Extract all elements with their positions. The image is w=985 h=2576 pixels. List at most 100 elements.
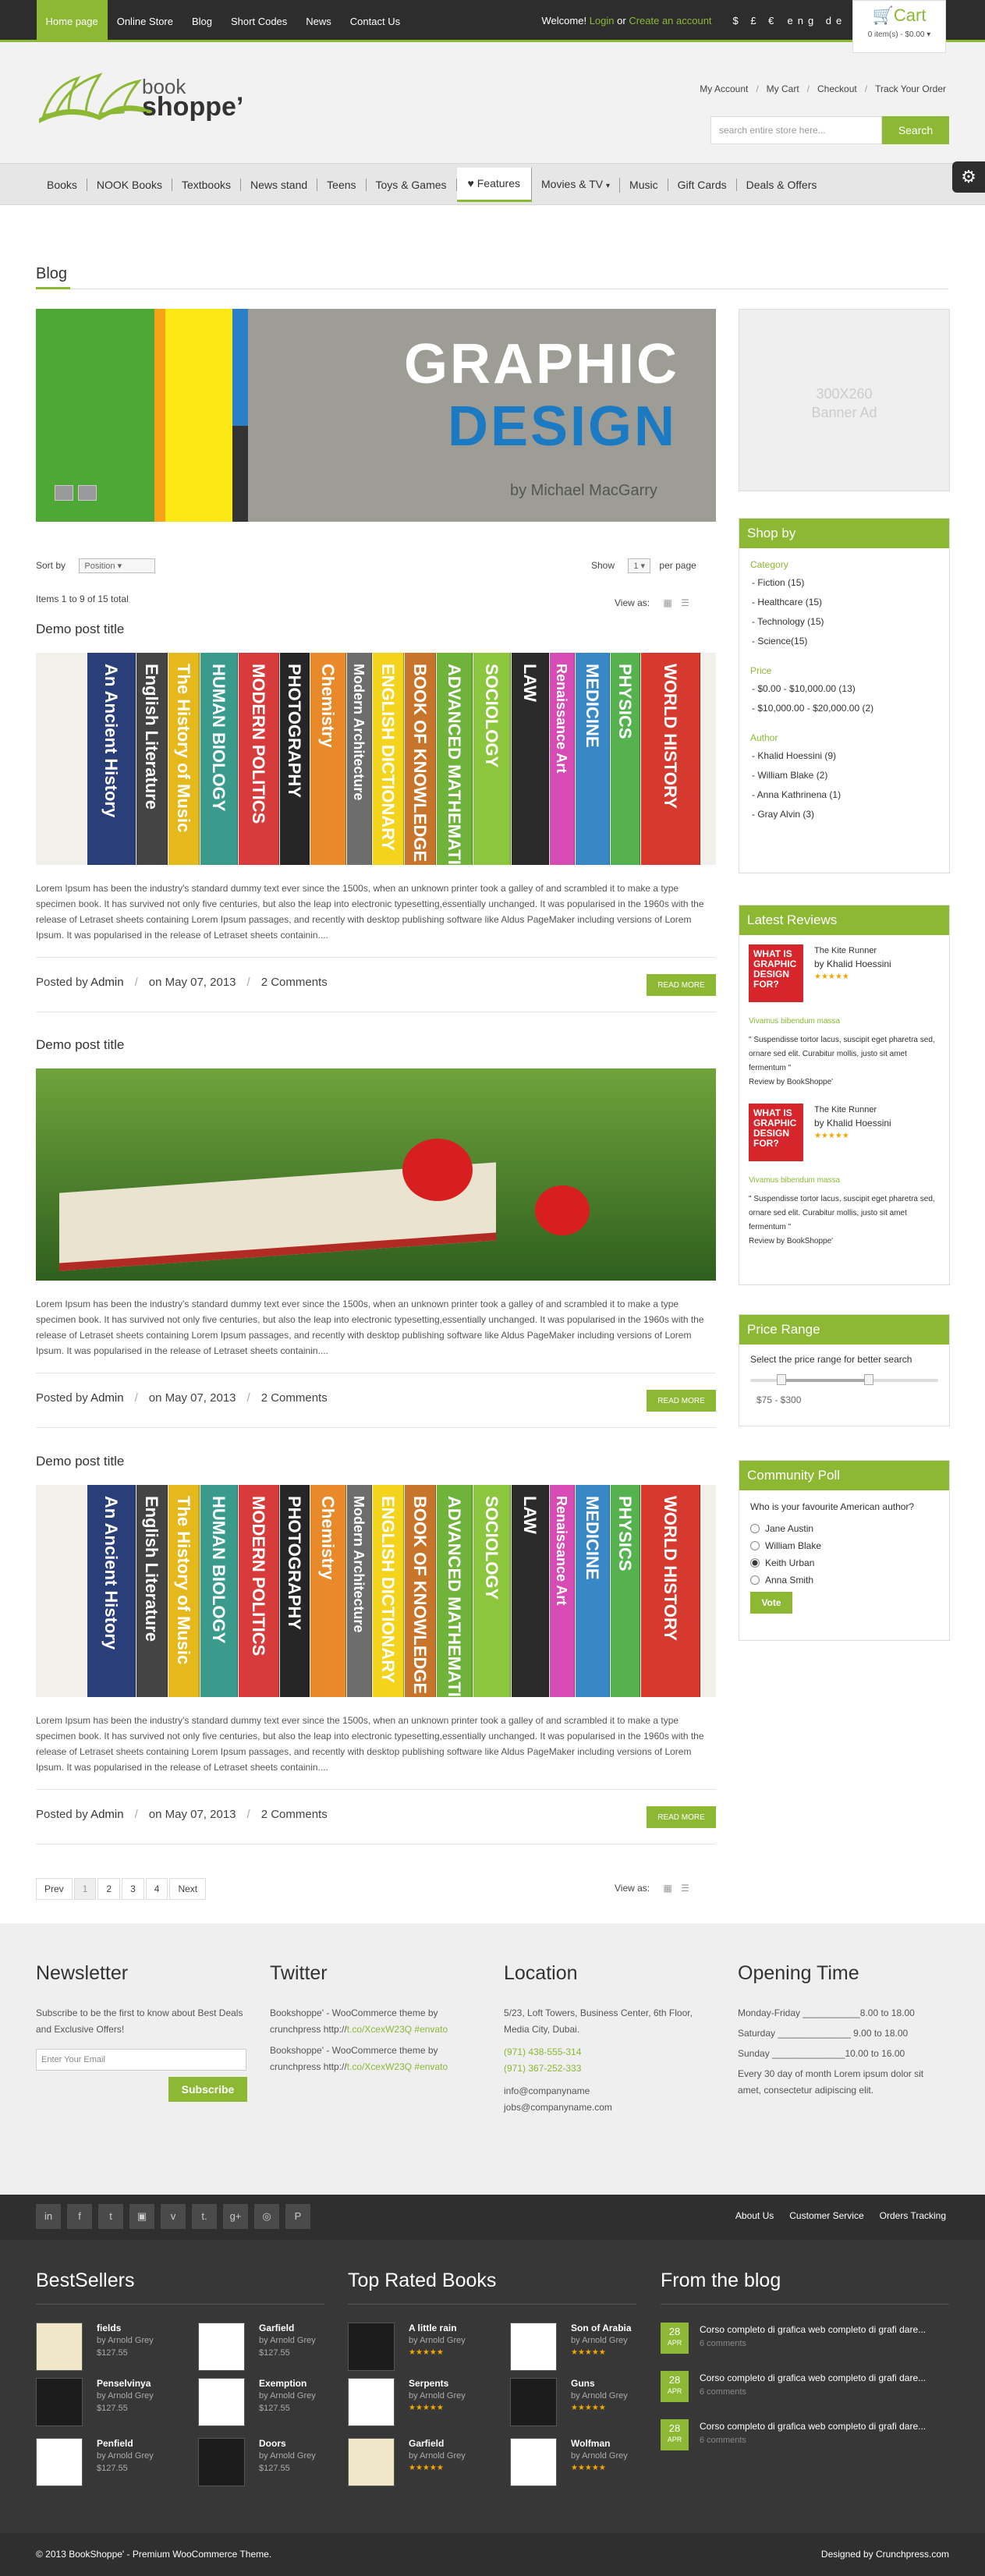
top-nav-online-store[interactable]: Online Store bbox=[108, 0, 182, 42]
logo[interactable]: book shoppe’ bbox=[37, 70, 264, 125]
poll-option[interactable]: William Blake bbox=[750, 1540, 949, 1551]
top-nav-short-codes[interactable]: Short Codes bbox=[221, 0, 296, 42]
post-image[interactable]: An Ancient History English Literature The … bbox=[36, 653, 716, 865]
toprated-item[interactable]: Serpents by Arnold Grey ★★★★★ bbox=[348, 2378, 496, 2429]
gear-icon[interactable]: ⚙ bbox=[952, 161, 985, 193]
create-account-link[interactable]: Create an account bbox=[629, 15, 711, 27]
show-select[interactable]: 1 ▾ bbox=[628, 558, 651, 573]
twitter-icon[interactable]: t bbox=[98, 2204, 123, 2229]
nav-books[interactable]: Books bbox=[37, 179, 87, 191]
toprated-item[interactable]: Garfield by Arnold Grey ★★★★★ bbox=[348, 2438, 496, 2489]
dribbble-icon[interactable]: ◎ bbox=[254, 2204, 279, 2229]
toprated-item[interactable]: Son of Arabia by Arnold Grey ★★★★★ bbox=[510, 2323, 658, 2374]
poll-option[interactable]: Anna Smith bbox=[750, 1575, 949, 1586]
review-item[interactable]: WHAT IS GRAPHIC DESIGN FOR? The Kite Run… bbox=[749, 944, 940, 1015]
blog-post-title[interactable]: Corso completo di grafica web completo d… bbox=[700, 2372, 926, 2383]
designed-by[interactable]: Designed by Crunchpress.com bbox=[821, 2549, 949, 2560]
top-nav-contact[interactable]: Contact Us bbox=[341, 0, 409, 42]
category-item[interactable]: Fiction (15) bbox=[752, 573, 949, 593]
banner-next-button[interactable] bbox=[78, 485, 97, 501]
tweet-link[interactable]: t.co/XcexW23Q #envato bbox=[347, 2024, 448, 2035]
nav-gift-cards[interactable]: Gift Cards bbox=[668, 179, 737, 191]
post-comments[interactable]: 2 Comments bbox=[261, 1808, 328, 1821]
blog-post-item[interactable]: 28 APR Corso completo di grafica web comp… bbox=[661, 2371, 949, 2407]
my-account-link[interactable]: My Account bbox=[700, 83, 748, 94]
toprated-item[interactable]: Guns by Arnold Grey ★★★★★ bbox=[510, 2378, 658, 2429]
search-input[interactable]: search entire store here... bbox=[710, 116, 882, 144]
author-item[interactable]: Gray Alvin (3) bbox=[752, 805, 949, 824]
pagination-page-4[interactable]: 4 bbox=[145, 1878, 168, 1900]
post-author[interactable]: Admin bbox=[90, 1808, 124, 1821]
poll-option[interactable]: Jane Austin bbox=[750, 1523, 949, 1534]
toprated-item[interactable]: Wolfman by Arnold Grey ★★★★★ bbox=[510, 2438, 658, 2489]
orders-tracking-link[interactable]: Orders Tracking bbox=[880, 2210, 946, 2221]
banner-prev-button[interactable] bbox=[55, 485, 73, 501]
pinterest-icon[interactable]: P bbox=[285, 2204, 310, 2229]
author-item[interactable]: Anna Kathrinena (1) bbox=[752, 785, 949, 805]
currency-switcher[interactable]: $ £ € bbox=[733, 15, 779, 27]
bestseller-item[interactable]: fields by Arnold Grey $127.55 bbox=[36, 2323, 184, 2374]
grid-view-icon[interactable]: ▦ bbox=[663, 597, 671, 608]
post-author[interactable]: Admin bbox=[90, 976, 124, 989]
facebook-icon[interactable]: f bbox=[67, 2204, 92, 2229]
list-view-icon[interactable]: ☰ bbox=[681, 597, 689, 608]
blog-post-title[interactable]: Corso completo di grafica web completo d… bbox=[700, 2324, 926, 2335]
nav-deals[interactable]: Deals & Offers bbox=[737, 179, 827, 191]
blog-post-item[interactable]: 28 APR Corso completo di grafica web comp… bbox=[661, 2323, 949, 2358]
read-more-button[interactable]: READ MORE bbox=[647, 1806, 716, 1828]
nav-news-stand[interactable]: News stand bbox=[241, 179, 318, 191]
radio-button[interactable] bbox=[750, 1524, 760, 1533]
review-item[interactable]: WHAT IS GRAPHIC DESIGN FOR? The Kite Run… bbox=[749, 1104, 940, 1174]
nav-nook-books[interactable]: NOOK Books bbox=[87, 179, 172, 191]
post-comments[interactable]: 2 Comments bbox=[261, 1391, 328, 1405]
toprated-item[interactable]: A little rain by Arnold Grey ★★★★★ bbox=[348, 2323, 496, 2374]
email[interactable]: jobs@companyname.com bbox=[504, 2099, 730, 2116]
post-image[interactable]: An Ancient History English Literature The … bbox=[36, 1485, 716, 1697]
post-title[interactable]: Demo post title bbox=[36, 622, 124, 637]
tweet-link[interactable]: t.co/XcexW23Q #envato bbox=[347, 2061, 448, 2072]
nav-textbooks[interactable]: Textbooks bbox=[172, 179, 241, 191]
checkout-link[interactable]: Checkout bbox=[817, 83, 857, 94]
post-title[interactable]: Demo post title bbox=[36, 1454, 124, 1469]
bestseller-item[interactable]: Garfield by Arnold Grey $127.55 bbox=[198, 2323, 346, 2374]
radio-button[interactable] bbox=[750, 1541, 760, 1550]
radio-button[interactable] bbox=[750, 1575, 760, 1585]
author-item[interactable]: Khalid Hoessini (9) bbox=[752, 746, 949, 766]
linkedin-icon[interactable]: in bbox=[36, 2204, 61, 2229]
post-author[interactable]: Admin bbox=[90, 1391, 124, 1405]
email-field[interactable]: Enter Your Email bbox=[36, 2049, 246, 2071]
blog-post-title[interactable]: Corso completo di grafica web completo d… bbox=[700, 2421, 926, 2432]
vote-button[interactable]: Vote bbox=[750, 1592, 792, 1614]
slider-handle-max[interactable] bbox=[864, 1374, 873, 1385]
list-view-icon[interactable]: ☰ bbox=[681, 1883, 689, 1894]
author-item[interactable]: William Blake (2) bbox=[752, 766, 949, 785]
banner-ad[interactable]: 300X260 Banner Ad bbox=[739, 309, 950, 491]
pagination-page-2[interactable]: 2 bbox=[97, 1878, 121, 1900]
category-item[interactable]: Science(15) bbox=[752, 632, 949, 651]
pagination-page-1[interactable]: 1 bbox=[73, 1878, 97, 1900]
price-item[interactable]: $0.00 - $10,000.00 (13) bbox=[752, 679, 949, 699]
top-nav-news[interactable]: News bbox=[296, 0, 341, 42]
nav-music[interactable]: Music bbox=[620, 179, 668, 191]
category-item[interactable]: Technology (15) bbox=[752, 612, 949, 632]
grid-view-icon[interactable]: ▦ bbox=[663, 1883, 671, 1894]
pagination-prev[interactable]: Prev bbox=[36, 1878, 73, 1900]
blog-post-item[interactable]: 28 APR Corso completo di grafica web comp… bbox=[661, 2419, 949, 2455]
top-nav-blog[interactable]: Blog bbox=[182, 0, 221, 42]
track-order-link[interactable]: Track Your Order bbox=[875, 83, 946, 94]
subscribe-button[interactable]: Subscribe bbox=[168, 2077, 247, 2102]
nav-movies-tv[interactable]: Movies & TV ▾ bbox=[532, 177, 621, 193]
post-image[interactable] bbox=[36, 1068, 716, 1281]
poll-option[interactable]: Keith Urban bbox=[750, 1557, 949, 1568]
post-title[interactable]: Demo post title bbox=[36, 1037, 124, 1053]
googleplus-icon[interactable]: g+ bbox=[223, 2204, 248, 2229]
sort-select[interactable]: Position ▾ bbox=[79, 558, 156, 573]
nav-features[interactable]: ♥ Features bbox=[456, 168, 532, 202]
top-nav-home[interactable]: Home page bbox=[36, 0, 108, 42]
radio-button-selected[interactable] bbox=[750, 1558, 760, 1568]
pagination-next[interactable]: Next bbox=[169, 1878, 207, 1900]
read-more-button[interactable]: READ MORE bbox=[647, 974, 716, 996]
email[interactable]: info@companyname bbox=[504, 2083, 730, 2099]
bestseller-item[interactable]: Penselvinya by Arnold Grey $127.55 bbox=[36, 2378, 184, 2429]
login-link[interactable]: Login bbox=[590, 15, 615, 27]
